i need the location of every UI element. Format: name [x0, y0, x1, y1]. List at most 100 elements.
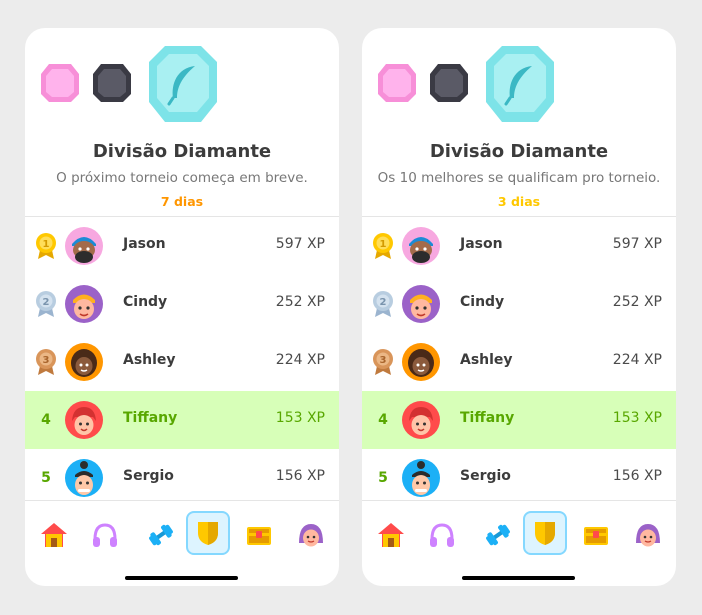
player-xp: 224 XP [275, 352, 325, 368]
bronze-medal-icon: 3 [36, 349, 56, 375]
ashley-avatar [402, 343, 440, 381]
days-remaining: 7 dias [160, 194, 204, 209]
player-xp: 252 XP [612, 294, 662, 310]
leaderboard-row[interactable]: 1 Jason 597 XP [25, 217, 339, 275]
bottom-nav [362, 511, 676, 557]
diamond-league-badge-icon [149, 46, 217, 122]
player-name: Cindy [460, 294, 505, 310]
gold-medal-icon: 1 [36, 233, 56, 259]
gold-medal-icon: 1 [373, 233, 393, 259]
division-title: Divisão Diamante [429, 141, 609, 162]
home-tab[interactable] [371, 515, 411, 555]
audio-tab[interactable] [422, 515, 462, 555]
leaderboard-row[interactable]: 2 Cindy 252 XP [362, 275, 676, 333]
league-card-right: Divisão Diamante Os 10 melhores se quali… [362, 28, 676, 586]
shield-icon [535, 522, 555, 545]
player-name: Ashley [460, 352, 513, 368]
shop-tab[interactable] [239, 515, 279, 555]
division-title: Divisão Diamante [92, 141, 272, 162]
bronze-medal-icon: 3 [373, 349, 393, 375]
tiffany-avatar [402, 401, 440, 439]
player-name: Tiffany [460, 410, 515, 426]
leagues-tab[interactable] [186, 511, 230, 555]
treasure-chest-icon [584, 527, 608, 545]
shop-tab[interactable] [576, 515, 616, 555]
league-badges [362, 44, 676, 144]
profile-tab[interactable] [628, 515, 668, 555]
divider [362, 500, 676, 501]
player-name: Tiffany [123, 410, 178, 426]
dumbbell-icon [149, 524, 173, 546]
player-name: Ashley [123, 352, 176, 368]
svg-text:2: 2 [380, 297, 387, 308]
player-xp: 224 XP [612, 352, 662, 368]
cindy-avatar [402, 285, 440, 323]
leaderboard-row-current-user[interactable]: 4 Tiffany 153 XP [25, 391, 339, 449]
league-card-left: Divisão Diamante O próximo torneio começ… [25, 28, 339, 586]
division-subtitle: O próximo torneio começa em breve. [56, 170, 308, 186]
svg-text:3: 3 [43, 355, 50, 366]
svg-text:2: 2 [43, 297, 50, 308]
player-xp: 156 XP [612, 468, 662, 484]
svg-text:3: 3 [380, 355, 387, 366]
headphones-icon [430, 523, 454, 547]
player-name: Jason [460, 236, 503, 252]
days-remaining: 3 dias [497, 194, 541, 209]
player-xp: 153 XP [612, 410, 662, 426]
leagues-tab[interactable] [523, 511, 567, 555]
rank-number: 4 [378, 412, 388, 428]
jason-avatar [402, 227, 440, 265]
svg-text:1: 1 [380, 239, 387, 250]
pink-league-badge-icon [41, 64, 79, 102]
ashley-avatar [65, 343, 103, 381]
player-name: Sergio [460, 468, 511, 484]
player-xp: 252 XP [275, 294, 325, 310]
leaderboard-row[interactable]: 1 Jason 597 XP [362, 217, 676, 275]
silver-medal-icon: 2 [373, 291, 393, 317]
home-indicator [125, 576, 238, 580]
league-badges [25, 44, 339, 144]
obsidian-league-badge-icon [93, 64, 131, 102]
treasure-chest-icon [247, 527, 271, 545]
audio-tab[interactable] [85, 515, 125, 555]
cindy-avatar [65, 285, 103, 323]
svg-text:1: 1 [43, 239, 50, 250]
profile-avatar-icon [299, 524, 323, 547]
jason-avatar [65, 227, 103, 265]
practice-tab[interactable] [478, 515, 518, 555]
player-xp: 153 XP [275, 410, 325, 426]
tiffany-avatar [65, 401, 103, 439]
diamond-league-badge-icon [486, 46, 554, 122]
leaderboard-row[interactable]: 3 Ashley 224 XP [25, 333, 339, 391]
sergio-avatar [402, 459, 440, 497]
leaderboard-row[interactable]: 5 Sergio 156 XP [25, 449, 339, 507]
dumbbell-icon [486, 524, 510, 546]
rank-number: 5 [378, 470, 388, 486]
sergio-avatar [65, 459, 103, 497]
obsidian-league-badge-icon [430, 64, 468, 102]
headphones-icon [93, 523, 117, 547]
leaderboard-row[interactable]: 5 Sergio 156 XP [362, 449, 676, 507]
pink-league-badge-icon [378, 64, 416, 102]
shield-icon [198, 522, 218, 545]
bottom-nav [25, 511, 339, 557]
home-tab[interactable] [34, 515, 74, 555]
divider [25, 500, 339, 501]
leaderboard-list: 1 Jason 597 XP 2 Cindy 252 XP 3 Ashley 2… [25, 217, 339, 507]
player-xp: 156 XP [275, 468, 325, 484]
player-xp: 597 XP [612, 236, 662, 252]
silver-medal-icon: 2 [36, 291, 56, 317]
player-name: Cindy [123, 294, 168, 310]
profile-tab[interactable] [291, 515, 331, 555]
rank-number: 5 [41, 470, 51, 486]
leaderboard-row[interactable]: 2 Cindy 252 XP [25, 275, 339, 333]
leaderboard-row-current-user[interactable]: 4 Tiffany 153 XP [362, 391, 676, 449]
practice-tab[interactable] [141, 515, 181, 555]
player-name: Sergio [123, 468, 174, 484]
profile-avatar-icon [636, 524, 660, 547]
player-name: Jason [123, 236, 166, 252]
home-icon [41, 523, 67, 547]
home-icon [378, 523, 404, 547]
home-indicator [462, 576, 575, 580]
leaderboard-row[interactable]: 3 Ashley 224 XP [362, 333, 676, 391]
